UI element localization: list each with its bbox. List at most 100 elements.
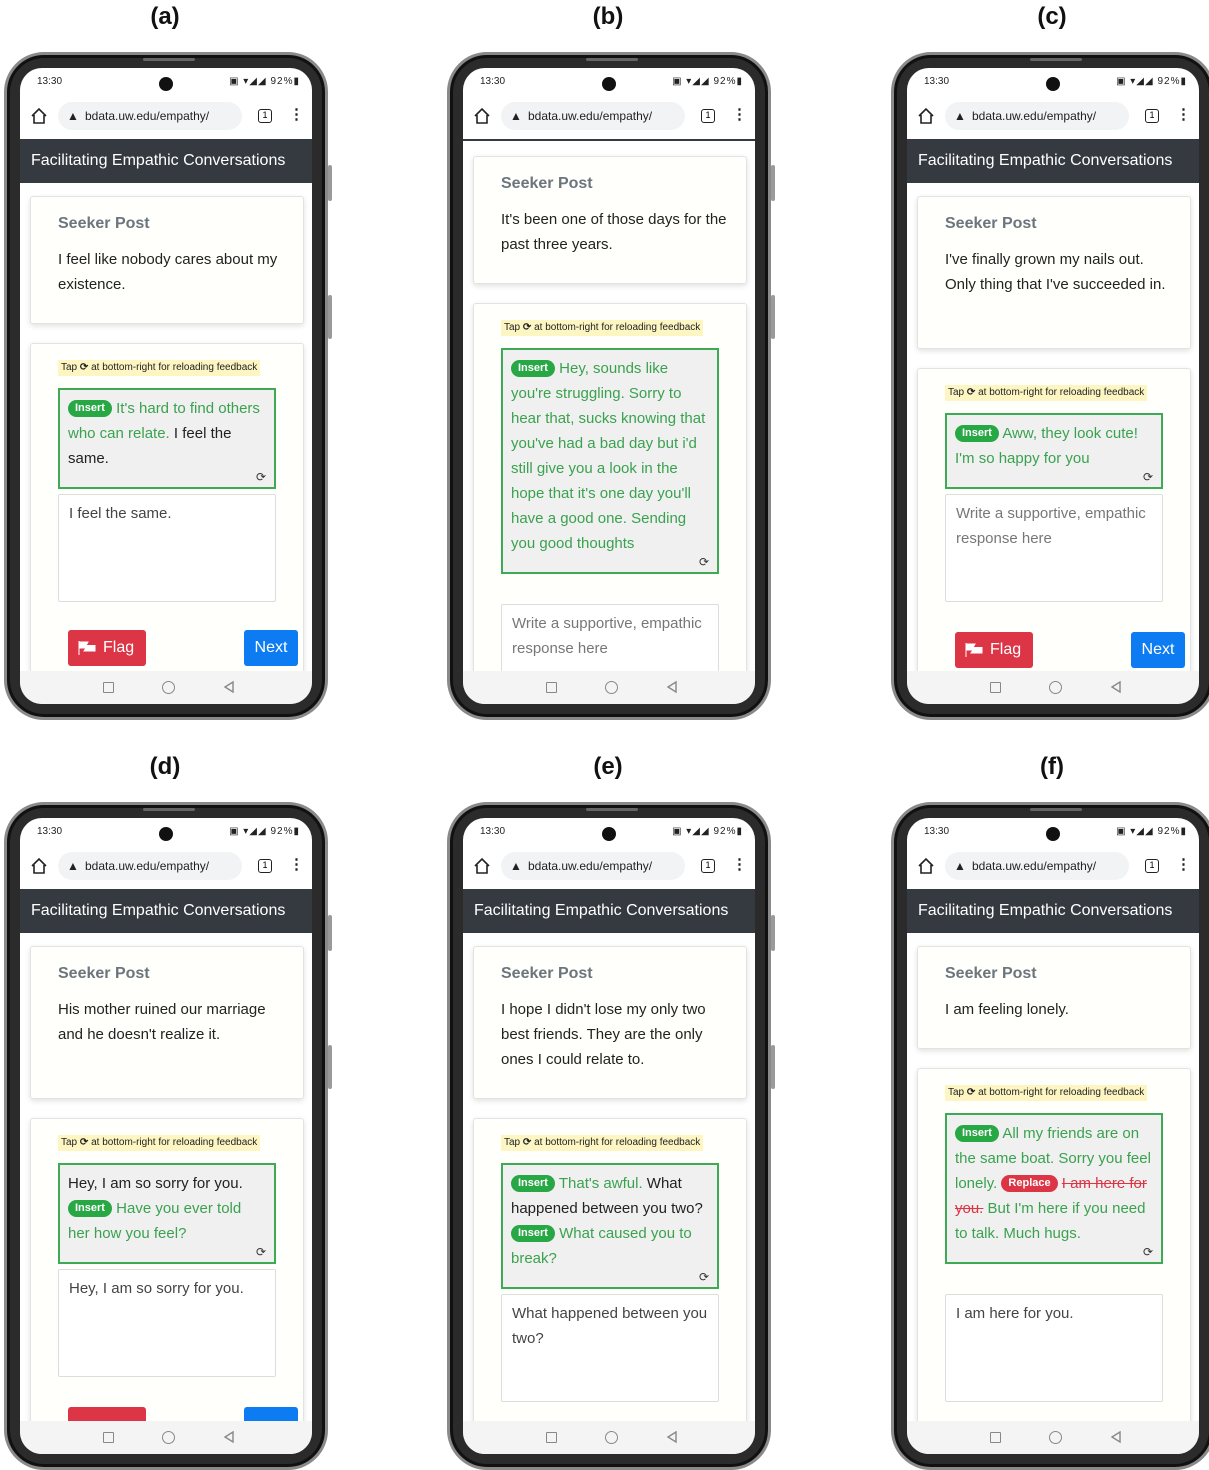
address-field[interactable]: ▲ bdata.uw.edu/empathy/ [58,852,242,880]
recents-icon[interactable] [990,1432,1001,1443]
tabs-icon[interactable]: 1 [1145,109,1159,123]
home-icon[interactable] [473,107,491,125]
feedback-box: Insert That's awful. What happened betwe… [501,1163,719,1289]
android-nav-bar [907,671,1199,704]
home-icon[interactable] [30,107,48,125]
back-icon[interactable] [665,1430,679,1444]
reload-icon[interactable]: ⟳ [1143,1245,1153,1259]
home-nav-icon[interactable] [1049,681,1062,694]
tabs-icon[interactable]: 1 [701,109,715,123]
replacement-text: But I'm here if you need to talk. Much h… [955,1200,1146,1242]
reload-icon[interactable]: ⟳ [256,470,266,484]
tip-prefix: Tap [504,322,521,333]
insert-badge: Insert [511,360,555,377]
recents-icon[interactable] [103,682,114,693]
seeker-post-text: I've finally grown my nails out. Only th… [945,251,1166,293]
tip-prefix: Tap [948,1087,965,1098]
response-card: Tap ⟳ at bottom-right for reloading feed… [917,368,1191,686]
back-icon[interactable] [222,680,236,694]
insert-badge: Insert [68,1200,112,1217]
reload-icon[interactable]: ⟳ [699,555,709,569]
more-menu-icon[interactable]: ⋮ [1176,855,1191,873]
android-nav-bar [20,671,312,704]
response-textarea[interactable]: Write a supportive, empathic response he… [945,494,1163,602]
recents-icon[interactable] [103,1432,114,1443]
tip-suffix: at bottom-right for reloading feedback [978,387,1145,398]
warning-icon: ▲ [67,109,79,123]
recents-icon[interactable] [546,1432,557,1443]
home-icon[interactable] [917,857,935,875]
home-nav-icon[interactable] [605,1431,618,1444]
reload-tip: Tap ⟳ at bottom-right for reloading feed… [58,1135,261,1151]
more-menu-icon[interactable]: ⋮ [732,855,747,873]
reload-tip: Tap ⟳ at bottom-right for reloading feed… [58,360,261,376]
home-nav-icon[interactable] [162,681,175,694]
flag-label: Flag [103,639,135,656]
response-textarea[interactable]: Hey, I am so sorry for you. [58,1269,276,1377]
address-field[interactable]: ▲ bdata.uw.edu/empathy/ [945,852,1129,880]
tabs-icon[interactable]: 1 [258,109,272,123]
home-nav-icon[interactable] [162,1431,175,1444]
camera-icon [1046,77,1060,91]
url-text: bdata.uw.edu/empathy/ [972,109,1097,123]
replace-badge: Replace [1001,1175,1058,1192]
phone-screen: 13:30 ▣ ▾◢◢ 92%▮ ▲ bdata.uw.edu/empathy/… [463,68,755,704]
more-menu-icon[interactable]: ⋮ [289,855,304,873]
status-icons: ▣ ▾◢◢ 92%▮ [229,826,300,837]
tabs-icon[interactable]: 1 [258,859,272,873]
home-nav-icon[interactable] [605,681,618,694]
home-icon[interactable] [917,107,935,125]
tip-suffix: at bottom-right for reloading feedback [534,322,701,333]
flag-button[interactable]: Flag [68,630,146,666]
tip-prefix: Tap [61,1137,78,1148]
feedback-box: Insert It's hard to find others who can … [58,388,276,489]
back-icon[interactable] [665,680,679,694]
home-icon[interactable] [473,857,491,875]
reload-icon[interactable]: ⟳ [1143,470,1153,484]
status-icons: ▣ ▾◢◢ 92%▮ [1116,826,1187,837]
home-nav-icon[interactable] [1049,1431,1062,1444]
android-nav-bar [463,671,755,704]
recents-icon[interactable] [546,682,557,693]
response-textarea[interactable]: I am here for you. [945,1294,1163,1402]
address-field[interactable]: ▲ bdata.uw.edu/empathy/ [501,852,685,880]
phone-frame: 13:30 ▣ ▾◢◢ 92%▮ ▲ bdata.uw.edu/empathy/… [891,802,1209,1470]
warning-icon: ▲ [510,109,522,123]
seeker-post-card: Seeker Post His mother ruined our marria… [30,946,304,1099]
seeker-post-card: Seeker Post I hope I didn't lose my only… [473,946,747,1099]
address-field[interactable]: ▲ bdata.uw.edu/empathy/ [58,102,242,130]
more-menu-icon[interactable]: ⋮ [1176,105,1191,123]
camera-icon [159,827,173,841]
back-icon[interactable] [1109,1430,1123,1444]
panel-a: (a) 13:30 ▣ ▾◢◢ 92%▮ ▲ bdata.uw.edu/empa… [0,0,332,720]
panel-f: (f) 13:30 ▣ ▾◢◢ 92%▮ ▲ bdata.uw.edu/empa… [887,750,1209,1470]
speaker-grille [1030,808,1082,811]
tabs-icon[interactable]: 1 [701,859,715,873]
status-time: 13:30 [924,826,950,837]
next-button[interactable]: Next [244,630,298,666]
recents-icon[interactable] [990,682,1001,693]
response-textarea[interactable]: I feel the same. [58,494,276,602]
reload-icon[interactable]: ⟳ [699,1270,709,1284]
seeker-post-card: Seeker Post I've finally grown my nails … [917,196,1191,349]
more-menu-icon[interactable]: ⋮ [732,105,747,123]
flag-button[interactable]: Flag [955,632,1033,668]
camera-icon [602,77,616,91]
back-icon[interactable] [222,1430,236,1444]
address-field[interactable]: ▲ bdata.uw.edu/empathy/ [945,102,1129,130]
status-bar: 13:30 ▣ ▾◢◢ 92%▮ [907,818,1199,848]
next-button[interactable]: Next [1131,632,1185,668]
more-menu-icon[interactable]: ⋮ [289,105,304,123]
status-bar: 13:30 ▣ ▾◢◢ 92%▮ [463,68,755,98]
reload-icon[interactable]: ⟳ [256,1245,266,1259]
seeker-post-title: Seeker Post [501,175,593,192]
feedback-box: Insert Hey, sounds like you're strugglin… [501,348,719,574]
warning-icon: ▲ [954,109,966,123]
back-icon[interactable] [1109,680,1123,694]
status-icons: ▣ ▾◢◢ 92%▮ [229,76,300,87]
home-icon[interactable] [30,857,48,875]
address-field[interactable]: ▲ bdata.uw.edu/empathy/ [501,102,685,130]
response-textarea[interactable]: What happened between you two? [501,1294,719,1402]
feedback-box: Insert All my friends are on the same bo… [945,1113,1163,1264]
tabs-icon[interactable]: 1 [1145,859,1159,873]
